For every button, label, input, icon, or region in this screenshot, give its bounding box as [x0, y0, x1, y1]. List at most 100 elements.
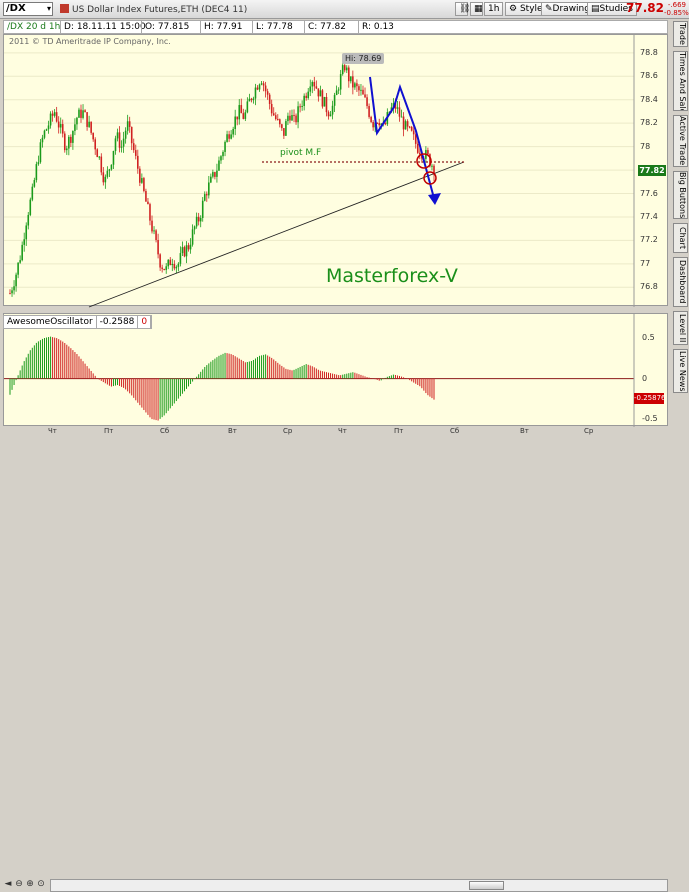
- candle-body: [254, 87, 257, 99]
- oscillator-name: AwesomeOscillator: [4, 316, 97, 328]
- candle-body: [370, 116, 372, 123]
- candle-body: [354, 83, 356, 88]
- chevron-down-icon[interactable]: ▾: [47, 3, 51, 15]
- zoom-out-icon[interactable]: ⊖: [14, 878, 24, 890]
- candle-body: [94, 139, 97, 150]
- candle-body: [110, 164, 113, 170]
- candle-body: [368, 106, 370, 117]
- instrument-icon: [60, 4, 69, 13]
- candle-body: [185, 245, 188, 257]
- candle-body: [147, 201, 149, 205]
- candle-body: [163, 268, 165, 270]
- right-tab-trade[interactable]: Trade: [673, 21, 688, 47]
- candle-body: [427, 150, 429, 155]
- candle-body: [305, 95, 307, 99]
- symbol-value: /DX: [6, 3, 26, 14]
- candle-body: [283, 128, 285, 136]
- zoom-reset-icon[interactable]: ⊙: [36, 878, 46, 890]
- candle-body: [347, 67, 350, 82]
- time-tick-label: Пт: [394, 427, 404, 435]
- bar-high: H: 77.91: [200, 21, 242, 33]
- candle-body: [246, 101, 249, 113]
- zoom-in-icon[interactable]: ⊕: [25, 878, 35, 890]
- last-price: 77.82: [626, 1, 664, 15]
- pivot-label: pivot M.F: [280, 148, 322, 158]
- candle-body: [149, 204, 151, 221]
- bar-range: R: 0.13: [358, 21, 394, 33]
- chart-title-text: US Dollar Index Futures,ETH (DEC4 11): [72, 5, 248, 15]
- time-tick-label: Чт: [338, 427, 347, 435]
- candle-body: [327, 112, 330, 117]
- candle-body: [137, 155, 139, 169]
- candle-body: [74, 124, 76, 131]
- candle-body: [248, 98, 251, 102]
- grid-icon[interactable]: ▦: [470, 2, 483, 16]
- candle-body: [157, 240, 159, 255]
- candle-body: [356, 83, 358, 87]
- candle-body: [242, 113, 245, 119]
- bottom-bar: ◄ ⊖ ⊕ ⊙: [0, 438, 672, 892]
- candle-body: [210, 176, 212, 183]
- candle-body: [145, 191, 147, 202]
- candle-body: [197, 216, 200, 222]
- candle-body: [299, 106, 301, 108]
- arrow-head-icon: [428, 193, 441, 205]
- chart-scrollbar[interactable]: [50, 879, 668, 892]
- right-tab-times-and-sales[interactable]: Times And Sales: [673, 51, 688, 111]
- candle-body: [412, 130, 415, 135]
- candle-body: [264, 85, 267, 92]
- candle-body: [76, 117, 78, 125]
- candle-body: [47, 125, 50, 130]
- candle-body: [90, 121, 92, 133]
- right-tab-dashboard[interactable]: Dashboard: [673, 257, 688, 307]
- candle-body: [82, 110, 84, 118]
- candle-body: [165, 266, 168, 270]
- symbol-input[interactable]: /DX ▾: [3, 2, 53, 16]
- candle-body: [218, 160, 220, 171]
- candle-body: [128, 121, 131, 127]
- candle-body: [9, 293, 11, 295]
- candle-body: [179, 253, 182, 264]
- candle-body: [266, 91, 269, 95]
- candle-body: [291, 115, 293, 121]
- studies-icon: ▤: [591, 4, 600, 14]
- link-icon[interactable]: ⛓: [455, 2, 470, 16]
- candle-body: [244, 112, 247, 119]
- candle-body: [53, 112, 56, 116]
- pencil-icon: ✎: [545, 4, 553, 14]
- price-tick-label: 77.6: [640, 188, 658, 198]
- candle-body: [252, 98, 255, 101]
- candle-body: [201, 200, 204, 218]
- candle-body: [41, 137, 44, 143]
- candle-body: [400, 116, 403, 118]
- oscillator-panel[interactable]: 0.5 0 -0.5: [3, 313, 668, 427]
- right-tab-big-buttons[interactable]: Big Buttons: [673, 171, 688, 219]
- candle-body: [339, 74, 342, 90]
- candle-body: [208, 182, 210, 196]
- right-tab-live-news[interactable]: Live News: [673, 349, 688, 393]
- candle-body: [57, 121, 60, 128]
- candle-body: [70, 136, 72, 143]
- candle-body: [313, 81, 316, 87]
- scrollbar-thumb[interactable]: [469, 881, 504, 890]
- candle-body: [289, 115, 291, 121]
- candle-body: [49, 113, 52, 126]
- candle-body: [228, 134, 230, 139]
- candle-body: [212, 172, 214, 177]
- candle-body: [364, 94, 366, 98]
- right-tab-chart[interactable]: Chart: [673, 223, 688, 253]
- scroll-left-icon[interactable]: ◄: [3, 878, 13, 890]
- price-change: -.669 -0.85%: [664, 1, 689, 17]
- candle-body: [15, 274, 17, 287]
- price-chart[interactable]: 2011 © TD Ameritrade IP Company, Inc. Hi…: [3, 34, 668, 308]
- interval-button[interactable]: 1h: [484, 2, 504, 16]
- right-tab-level-ii[interactable]: Level II: [673, 311, 688, 345]
- candle-body: [29, 199, 32, 215]
- right-tab-strip: Trade Times And Sales Active Trader Big But…: [672, 19, 689, 458]
- price-tick-label: 78: [640, 141, 651, 151]
- candle-body: [169, 259, 172, 266]
- candle-body: [402, 116, 405, 130]
- right-tab-active-trader[interactable]: Active Trader: [673, 115, 688, 167]
- candle-body: [256, 87, 259, 90]
- oscillator-value-tag: -0.25876: [634, 393, 666, 404]
